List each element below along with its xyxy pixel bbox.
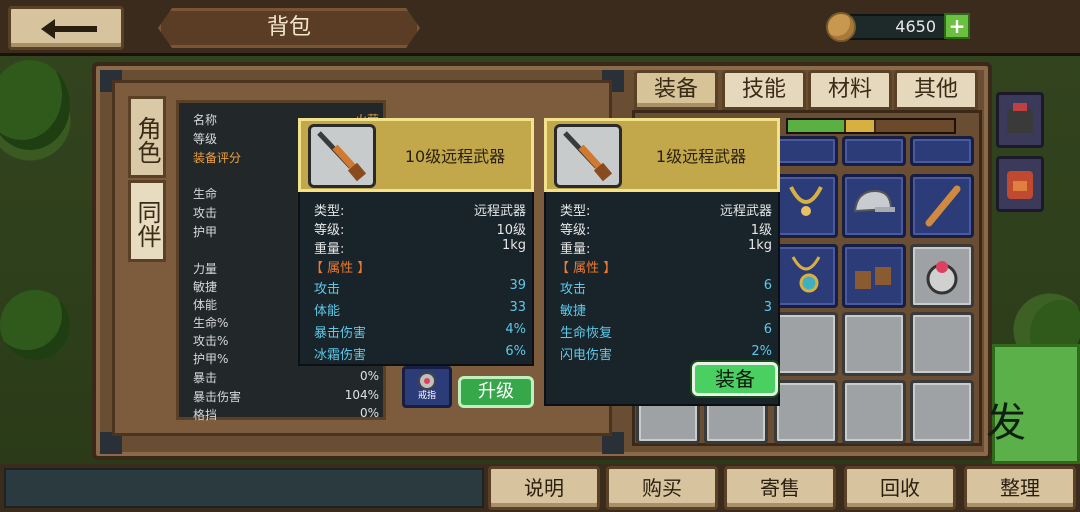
inventory-slot[interactable] bbox=[842, 244, 906, 308]
tooltip-attr-row: 冰霜伤害 6% bbox=[314, 344, 526, 363]
tooltip-weight-row: 重量: 1kg bbox=[560, 238, 772, 257]
inventory-slot[interactable] bbox=[910, 244, 974, 308]
inventory-slot[interactable] bbox=[842, 380, 906, 444]
tooltip-type-row: 类型: 远程武器 bbox=[560, 204, 772, 219]
tooltip-weight-row: 重量: 1kg bbox=[314, 238, 526, 257]
tab-materials[interactable]: 材料 bbox=[808, 70, 892, 110]
tab-character[interactable]: 角色 bbox=[128, 96, 166, 178]
message-strip bbox=[4, 468, 484, 508]
tooltip-attr-header: 【 属性 】 bbox=[556, 261, 617, 276]
tooltip-type-row: 类型: 远程武器 bbox=[314, 204, 526, 219]
back-button[interactable] bbox=[8, 6, 124, 50]
tooltip-title: 1级远程武器 bbox=[655, 147, 747, 166]
coin-icon bbox=[826, 12, 856, 42]
inventory-slot[interactable] bbox=[774, 136, 838, 166]
add-coins-button[interactable]: + bbox=[944, 13, 970, 39]
inventory-slot[interactable] bbox=[774, 380, 838, 444]
inventory-slot[interactable] bbox=[910, 380, 974, 444]
tooltip-level-row: 等级: 10级 bbox=[314, 223, 526, 238]
start-panel-label: 发 bbox=[986, 400, 1026, 446]
tab-other[interactable]: 其他 bbox=[894, 70, 978, 110]
tree-decoration bbox=[0, 290, 70, 360]
tab-skills[interactable]: 技能 bbox=[722, 70, 806, 110]
inventory-slot[interactable] bbox=[774, 312, 838, 376]
tooltip-level-row: 等级: 1级 bbox=[560, 223, 772, 238]
back-arrow-icon bbox=[41, 19, 97, 39]
stat-row: 格挡 0% bbox=[193, 406, 379, 422]
inventory-slot[interactable] bbox=[842, 136, 906, 166]
tooltip-attr-row: 暴击伤害 4% bbox=[314, 322, 526, 341]
tab-equipment[interactable]: 装备 bbox=[634, 70, 718, 110]
tooltip-attr-row: 生命恢复 6 bbox=[560, 322, 772, 341]
inventory-slot[interactable] bbox=[774, 174, 838, 238]
coin-amount: 4650 bbox=[895, 17, 936, 36]
upgrade-button[interactable]: 升级 bbox=[458, 376, 534, 408]
buy-button[interactable]: 购买 bbox=[606, 466, 718, 510]
tooltip-attr-header: 【 属性 】 bbox=[310, 261, 371, 276]
tooltip-attr-row: 攻击 6 bbox=[560, 278, 772, 297]
shotgun-icon bbox=[554, 124, 622, 188]
armor-icon bbox=[1007, 103, 1033, 133]
inventory-slot[interactable] bbox=[842, 174, 906, 238]
page-title: 背包 bbox=[266, 15, 311, 40]
sort-button[interactable]: 整理 bbox=[964, 466, 1076, 510]
equip-button[interactable]: 装备 bbox=[692, 362, 778, 396]
tooltip-attr-row: 敏捷 3 bbox=[560, 300, 772, 319]
bat-icon bbox=[925, 185, 961, 227]
inventory-slot[interactable] bbox=[910, 312, 974, 376]
tooltip-attr-row: 闪电伤害 2% bbox=[560, 344, 772, 363]
quick-slot-armor[interactable] bbox=[996, 92, 1044, 148]
ring-slot-label: 戒指 bbox=[417, 391, 436, 401]
inventory-slot[interactable] bbox=[910, 136, 974, 166]
stat-row: 暴击伤害 104% bbox=[193, 388, 379, 404]
necklace-icon bbox=[789, 186, 823, 216]
tooltip-attr-row: 体能 33 bbox=[314, 300, 526, 319]
quick-slot-backpack[interactable] bbox=[996, 156, 1044, 212]
item-tooltip-equipped: 10级远程武器 类型: 远程武器 等级: 10级 重量: 1kg 【 属性 】 攻击 3… bbox=[298, 118, 534, 366]
inventory-slot[interactable] bbox=[842, 312, 906, 376]
amulet-icon bbox=[791, 256, 821, 293]
cap-icon bbox=[853, 189, 895, 213]
boots-icon bbox=[855, 267, 891, 289]
backpack-icon bbox=[1007, 171, 1033, 199]
shotgun-icon bbox=[308, 124, 376, 188]
recycle-button[interactable]: 回收 bbox=[844, 466, 956, 510]
tooltip-attr-row: 攻击 39 bbox=[314, 278, 526, 297]
inventory-slot[interactable] bbox=[910, 174, 974, 238]
ring-icon bbox=[926, 261, 958, 295]
stat-row: 暴击 0% bbox=[193, 369, 379, 385]
help-button[interactable]: 说明 bbox=[488, 466, 600, 510]
tab-companion[interactable]: 同伴 bbox=[128, 180, 166, 262]
tooltip-title: 10级远程武器 bbox=[404, 147, 506, 166]
consign-button[interactable]: 寄售 bbox=[724, 466, 836, 510]
inventory-slot[interactable] bbox=[774, 244, 838, 308]
capacity-bar bbox=[786, 118, 956, 134]
